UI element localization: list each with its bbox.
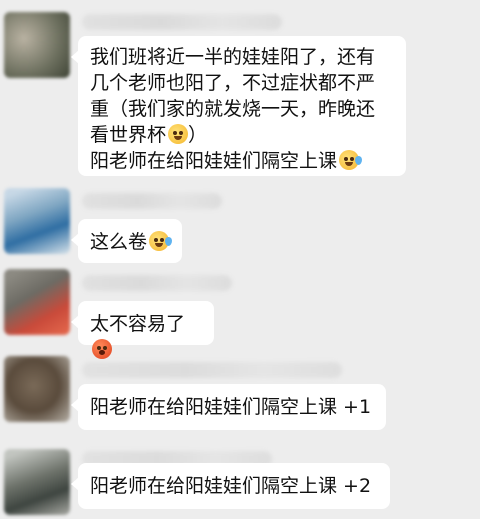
chat-message: 太不容易了	[0, 265, 480, 359]
sender-name	[82, 14, 282, 30]
sender-name	[82, 275, 232, 291]
chat-message: 阳老师在给阳娃娃们隔空上课 +1	[0, 350, 480, 435]
message-text: 阳老师在给阳娃娃们隔空上课 +1	[90, 396, 372, 418]
message-text: 重（我们家的就发烧一天，昨晚还	[90, 98, 376, 120]
avatar[interactable]	[4, 356, 70, 422]
avatar[interactable]	[4, 449, 70, 515]
message-text: 阳老师在给阳娃娃们隔空上课 +2	[90, 475, 372, 497]
message-text: 我们班将近一半的娃娃阳了，还有	[90, 46, 376, 68]
message-text: 太不容易了	[90, 313, 186, 335]
message-text: ）	[188, 124, 208, 146]
laughing-crying-face-icon	[339, 150, 363, 170]
thinking-face-icon	[168, 124, 189, 144]
sender-name	[82, 362, 342, 378]
avatar[interactable]	[4, 269, 70, 335]
message-text: 看世界杯	[90, 124, 167, 146]
avatar[interactable]	[4, 188, 70, 254]
laughing-crying-face-icon	[149, 231, 173, 251]
message-text: 阳老师在给阳娃娃们隔空上课	[90, 150, 338, 172]
message-bubble[interactable]: 阳老师在给阳娃娃们隔空上课 +1	[71, 384, 386, 430]
message-bubble[interactable]: 我们班将近一半的娃娃阳了，还有 几个老师也阳了，不过症状都不严 重（我们家的就发…	[71, 36, 406, 176]
chat-message: 阳老师在给阳娃娃们隔空上课 +2	[0, 435, 480, 519]
chat-message: 这么卷	[0, 185, 480, 265]
message-bubble[interactable]: 太不容易了	[71, 301, 214, 359]
message-bubble[interactable]: 阳老师在给阳娃娃们隔空上课 +2	[71, 463, 390, 509]
message-bubble[interactable]: 这么卷	[71, 219, 182, 263]
message-text: 几个老师也阳了，不过症状都不严	[90, 72, 376, 94]
avatar[interactable]	[4, 12, 70, 78]
message-text: 这么卷	[90, 231, 148, 253]
sender-name	[82, 193, 222, 209]
chat-message: 我们班将近一半的娃娃阳了，还有 几个老师也阳了，不过症状都不严 重（我们家的就发…	[0, 0, 480, 185]
